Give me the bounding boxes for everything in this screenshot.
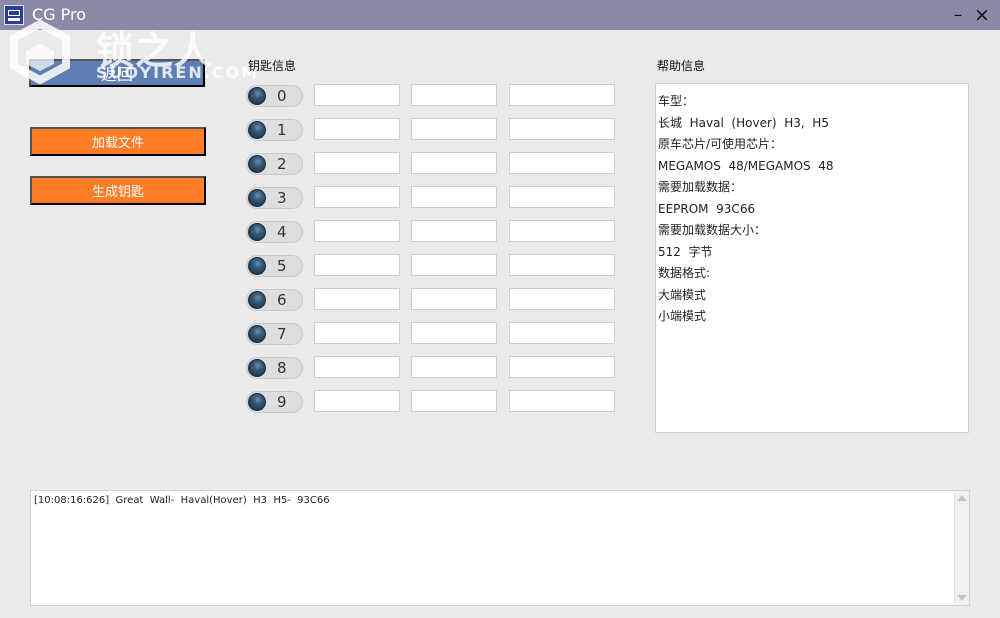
- key-number: 5: [277, 257, 287, 275]
- key-field-3[interactable]: [509, 356, 615, 378]
- key-number: 0: [277, 87, 287, 105]
- close-button[interactable]: ×: [972, 4, 992, 26]
- key-field-2[interactable]: [411, 186, 497, 208]
- key-field-1[interactable]: [314, 254, 400, 276]
- key-indicator: 7: [246, 323, 303, 345]
- key-field-3[interactable]: [509, 84, 615, 106]
- key-indicator: 1: [246, 119, 303, 141]
- key-field-1[interactable]: [314, 84, 400, 106]
- key-field-2[interactable]: [411, 390, 497, 412]
- key-field-1[interactable]: [314, 288, 400, 310]
- key-indicator: 0: [246, 85, 303, 107]
- key-field-3[interactable]: [509, 322, 615, 344]
- key-number: 2: [277, 155, 287, 173]
- help-line-format-little-endian: 小端模式: [658, 309, 707, 323]
- key-field-1[interactable]: [314, 390, 400, 412]
- log-scrollbar[interactable]: [954, 491, 969, 605]
- help-line-format-big-endian: 大端模式: [658, 287, 707, 302]
- scroll-up-icon[interactable]: [957, 495, 967, 501]
- key-row-3: 3: [246, 186, 618, 210]
- help-line-data-label: 需要加载数据：: [658, 180, 743, 194]
- scroll-down-icon[interactable]: [957, 595, 967, 601]
- key-led-icon: [248, 325, 266, 343]
- key-row-4: 4: [246, 220, 618, 244]
- key-number: 6: [277, 291, 287, 309]
- key-field-3[interactable]: [509, 390, 615, 412]
- key-led-icon: [248, 291, 266, 309]
- key-indicator: 9: [246, 391, 303, 413]
- key-field-2[interactable]: [411, 152, 497, 174]
- key-led-icon: [248, 87, 266, 105]
- key-row-0: 0: [246, 84, 618, 108]
- key-led-icon: [248, 257, 266, 275]
- key-indicator: 3: [246, 187, 303, 209]
- key-row-9: 9: [246, 390, 618, 414]
- key-field-3[interactable]: [509, 288, 615, 310]
- key-number: 1: [277, 121, 287, 139]
- load-file-button[interactable]: 加载文件: [30, 127, 206, 156]
- key-led-icon: [248, 359, 266, 377]
- key-field-2[interactable]: [411, 118, 497, 140]
- key-led-icon: [248, 223, 266, 241]
- app-icon: [4, 5, 24, 25]
- key-number: 7: [277, 325, 287, 343]
- help-line-data-value: EEPROM 93C66: [658, 201, 756, 216]
- key-indicator: 8: [246, 357, 303, 379]
- key-led-icon: [248, 155, 266, 173]
- key-number: 3: [277, 189, 287, 207]
- key-field-1[interactable]: [314, 152, 400, 174]
- back-button[interactable]: 返回: [29, 59, 205, 87]
- key-row-5: 5: [246, 254, 618, 278]
- key-led-icon: [248, 393, 266, 411]
- help-info-panel: 车型： 长城 Haval (Hover) H3, H5 原车芯片/可使用芯片： …: [655, 83, 969, 433]
- key-field-1[interactable]: [314, 220, 400, 242]
- key-indicator: 5: [246, 255, 303, 277]
- key-number: 8: [277, 359, 287, 377]
- key-row-8: 8: [246, 356, 618, 380]
- key-field-3[interactable]: [509, 118, 615, 140]
- key-field-2[interactable]: [411, 84, 497, 106]
- key-indicator: 6: [246, 289, 303, 311]
- key-number: 9: [277, 393, 287, 411]
- key-field-1[interactable]: [314, 322, 400, 344]
- help-line-car-type: 车型：: [658, 94, 695, 108]
- key-number: 4: [277, 223, 287, 241]
- help-line-size-value: 512 字节: [658, 244, 713, 259]
- log-output[interactable]: [10:08:16:626] Great Wall- Haval(Hover) …: [30, 490, 970, 606]
- key-field-3[interactable]: [509, 186, 615, 208]
- key-field-2[interactable]: [411, 322, 497, 344]
- key-row-7: 7: [246, 322, 618, 346]
- key-row-2: 2: [246, 152, 618, 176]
- key-field-2[interactable]: [411, 288, 497, 310]
- log-line: [10:08:16:626] Great Wall- Haval(Hover) …: [34, 495, 330, 506]
- key-field-1[interactable]: [314, 356, 400, 378]
- help-info-label: 帮助信息: [657, 59, 706, 73]
- help-line-chip-label: 原车芯片/可使用芯片：: [658, 137, 783, 151]
- key-info-label: 钥匙信息: [248, 59, 297, 73]
- key-led-icon: [248, 121, 266, 139]
- key-row-1: 1: [246, 118, 618, 142]
- key-field-3[interactable]: [509, 254, 615, 276]
- key-row-6: 6: [246, 288, 618, 312]
- key-field-3[interactable]: [509, 152, 615, 174]
- key-led-icon: [248, 189, 266, 207]
- key-field-1[interactable]: [314, 186, 400, 208]
- help-line-chip-value: MEGAMOS 48/MEGAMOS 48: [658, 158, 834, 173]
- key-indicator: 2: [246, 153, 303, 175]
- title-bar: CG Pro – ×: [0, 0, 1000, 30]
- help-line-model: 长城 Haval (Hover) H3, H5: [658, 115, 829, 130]
- help-line-size-label: 需要加载数据大小：: [658, 223, 767, 237]
- key-field-2[interactable]: [411, 356, 497, 378]
- minimize-button[interactable]: –: [948, 4, 968, 26]
- key-field-3[interactable]: [509, 220, 615, 242]
- key-field-2[interactable]: [411, 254, 497, 276]
- key-indicator: 4: [246, 221, 303, 243]
- window-title: CG Pro: [32, 5, 87, 24]
- key-field-2[interactable]: [411, 220, 497, 242]
- key-field-1[interactable]: [314, 118, 400, 140]
- help-line-format-label: 数据格式:: [658, 266, 711, 280]
- generate-key-button[interactable]: 生成钥匙: [30, 176, 206, 205]
